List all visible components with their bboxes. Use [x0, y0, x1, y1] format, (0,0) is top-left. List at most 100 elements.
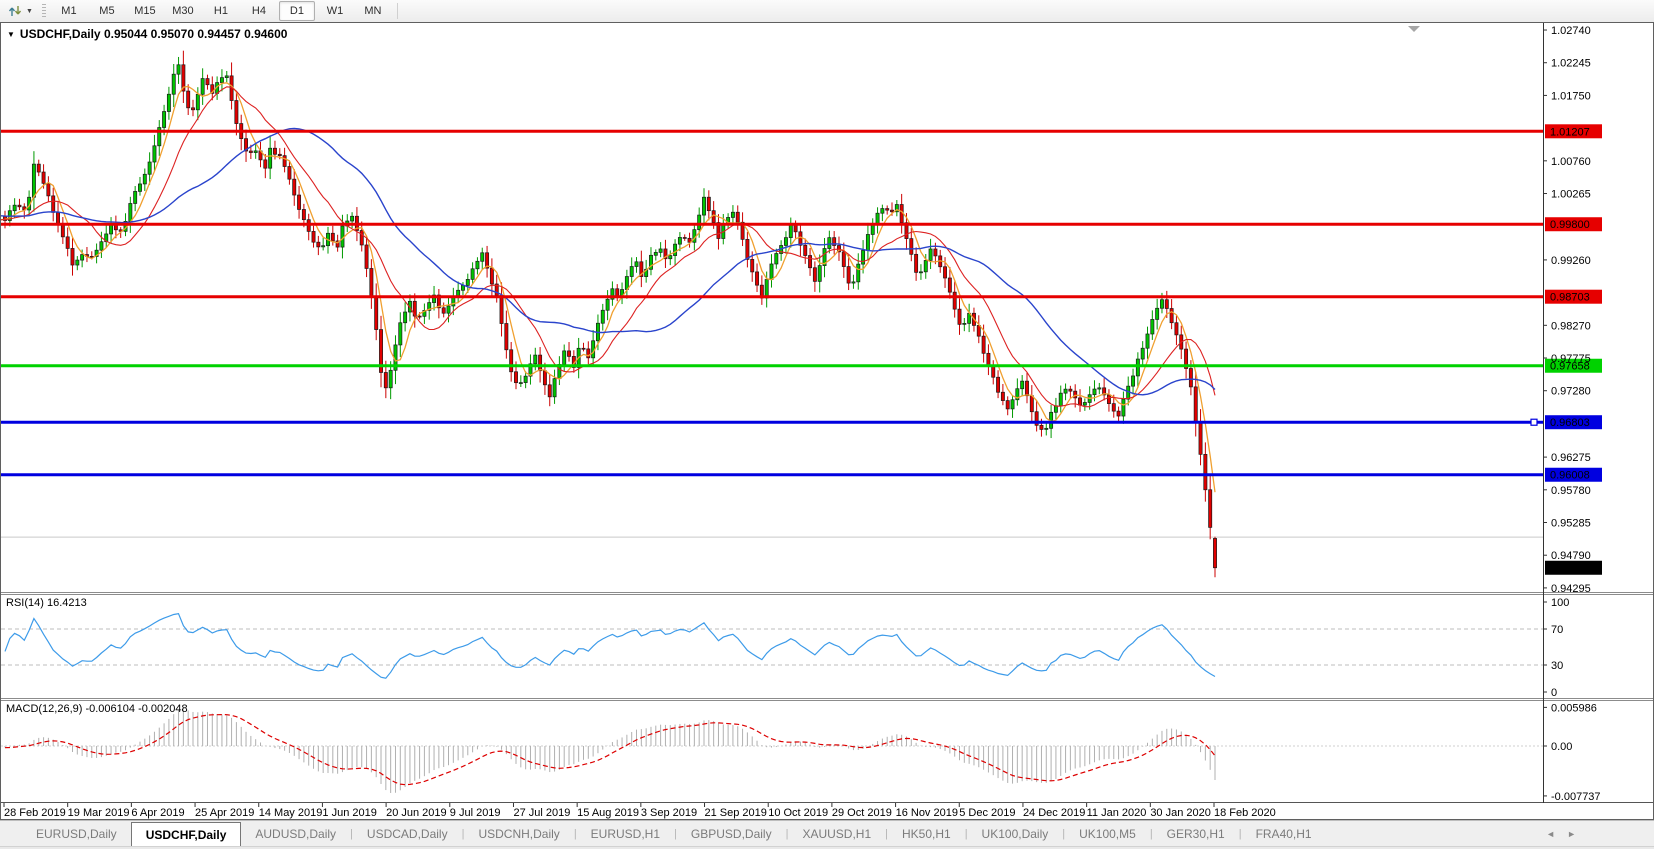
- rsi-axis-label: 70: [1551, 624, 1563, 636]
- current-price-badge-text: 0.94600: [1550, 563, 1590, 575]
- toolbar-grip[interactable]: [42, 4, 46, 19]
- macd-indicator-label: MACD(12,26,9) -0.006104 -0.002048: [6, 703, 188, 715]
- price-axis-label: 1.00265: [1551, 189, 1591, 201]
- timeframe-button-m1[interactable]: M1: [51, 1, 87, 21]
- chart-tab-eurusd-h1[interactable]: EURUSD,H1: [577, 821, 674, 847]
- chart-tab-hk50-h1[interactable]: HK50,H1: [888, 821, 965, 847]
- chart-tab-uk100-m5[interactable]: UK100,M5: [1065, 821, 1150, 847]
- date-axis-label: 6 Apr 2019: [131, 807, 184, 819]
- price-axis-label: 0.94295: [1551, 583, 1591, 595]
- date-axis-label: 30 Jan 2020: [1150, 807, 1211, 819]
- chart-shift-tool-icon: [7, 3, 23, 19]
- macd-histogram: [5, 709, 1215, 793]
- collapse-icon[interactable]: ▼: [7, 30, 15, 39]
- chart-tab-usdchf-daily[interactable]: USDCHF,Daily: [131, 822, 242, 847]
- chart-tab-bar: EURUSD,DailyUSDCHF,DailyAUDUSD,Daily|USD…: [0, 820, 1654, 847]
- macd-signal-line: [5, 715, 1215, 785]
- chart-tab-usdcnh-daily[interactable]: USDCNH,Daily: [464, 821, 573, 847]
- date-axis-label: 18 Feb 2020: [1214, 807, 1276, 819]
- price-axis-label: 0.96275: [1551, 452, 1591, 464]
- ma-slow-line: [1, 129, 1215, 395]
- date-axis-label: 14 May 2019: [259, 807, 323, 819]
- chart-tab-ger30-h1[interactable]: GER30,H1: [1153, 821, 1239, 847]
- macd-axis-label: -0.007737: [1551, 791, 1601, 803]
- timeframe-button-m15[interactable]: M15: [127, 1, 163, 21]
- date-axis-label: 20 Jun 2019: [386, 807, 447, 819]
- chart-title-text: USDCHF,Daily 0.95044 0.95070 0.94457 0.9…: [20, 27, 288, 41]
- price-axis-label: 1.02740: [1551, 25, 1591, 37]
- main-toolbar: ▼ M1M5M15M30H1H4D1W1MN: [0, 0, 1654, 23]
- timeframe-button-mn[interactable]: MN: [355, 1, 391, 21]
- date-axis-label: 29 Oct 2019: [832, 807, 892, 819]
- date-axis-label: 19 Mar 2019: [68, 807, 130, 819]
- date-axis-label: 21 Sep 2019: [705, 807, 767, 819]
- chart-canvas[interactable]: 1.012070.998000.987030.976580.968030.960…: [1, 23, 1653, 819]
- chart-title: ▼ USDCHF,Daily 0.95044 0.95070 0.94457 0…: [7, 27, 287, 41]
- candlesticks: [3, 51, 1216, 578]
- price-axis-label: 0.97775: [1551, 353, 1591, 365]
- tab-scroll-arrows: ◄ ►: [1546, 821, 1576, 847]
- timeframe-button-h4[interactable]: H4: [241, 1, 277, 21]
- rsi-axis[interactable]: 100 70 30 0: [1543, 597, 1569, 699]
- chart-window: 1.012070.998000.987030.976580.968030.960…: [0, 22, 1654, 820]
- chart-tab-fra40-h1[interactable]: FRA40,H1: [1242, 821, 1326, 847]
- tab-scroll-left-icon[interactable]: ◄: [1546, 829, 1555, 839]
- timeframe-button-m30[interactable]: M30: [165, 1, 201, 21]
- price-line-badge-text: 0.96008: [1550, 470, 1590, 482]
- tab-scroll-right-icon[interactable]: ►: [1567, 829, 1576, 839]
- date-axis-label: 27 Jul 2019: [513, 807, 570, 819]
- chart-tab-audusd-daily[interactable]: AUDUSD,Daily: [241, 821, 350, 847]
- trading-platform-window: { "icons": { "collapse": "▼", "dropdown"…: [0, 0, 1654, 849]
- price-axis-label: 0.95285: [1551, 518, 1591, 530]
- macd-axis[interactable]: 0.005986 0.00 -0.007737: [1543, 702, 1601, 803]
- date-axis-label: 28 Feb 2019: [4, 807, 66, 819]
- chart-tools-button[interactable]: ▼: [4, 1, 36, 21]
- price-axis-label: 1.00760: [1551, 156, 1591, 168]
- price-axis-label: 0.99260: [1551, 255, 1591, 267]
- rsi-axis-label: 0: [1551, 687, 1557, 699]
- line-selection-handle[interactable]: [1531, 419, 1537, 425]
- price-line-badge-text: 1.01207: [1550, 126, 1590, 138]
- price-axis-label: 0.98270: [1551, 320, 1591, 332]
- chart-tab-uk100-daily[interactable]: UK100,Daily: [968, 821, 1063, 847]
- rsi-indicator-label: RSI(14) 16.4213: [6, 597, 87, 609]
- price-axis-label: 0.97280: [1551, 386, 1591, 398]
- price-axis-label: 1.01750: [1551, 90, 1591, 102]
- ma-mid-line: [1, 87, 1215, 407]
- date-axis-label: 9 Jul 2019: [450, 807, 501, 819]
- date-axis-label: 15 Aug 2019: [577, 807, 639, 819]
- price-line-badge-text: 0.98703: [1550, 292, 1590, 304]
- timeframe-buttons: M1M5M15M30H1H4D1W1MN: [50, 1, 392, 21]
- chart-tab-xauusd-h1[interactable]: XAUUSD,H1: [788, 821, 885, 847]
- date-axis[interactable]: 28 Feb 201919 Mar 20196 Apr 2019 25 Apr 2…: [4, 803, 1276, 819]
- date-axis-label: 24 Dec 2019: [1023, 807, 1085, 819]
- chart-tab-usdcad-daily[interactable]: USDCAD,Daily: [353, 821, 462, 847]
- date-axis-label: 11 Jan 2020: [1087, 807, 1147, 819]
- timeframe-button-m5[interactable]: M5: [89, 1, 125, 21]
- date-axis-label: 1 Jun 2019: [322, 807, 376, 819]
- chevron-down-icon[interactable]: ▼: [26, 8, 33, 15]
- timeframe-button-h1[interactable]: H1: [203, 1, 239, 21]
- chart-tab-gbpusd-daily[interactable]: GBPUSD,Daily: [677, 821, 786, 847]
- timeframe-button-w1[interactable]: W1: [317, 1, 353, 21]
- price-axis-label: 0.95780: [1551, 485, 1591, 497]
- price-line-badge-text: 0.96803: [1550, 417, 1590, 429]
- ma-fast-line: [1, 83, 1215, 492]
- rsi-axis-label: 30: [1551, 660, 1563, 672]
- date-axis-label: 16 Nov 2019: [896, 807, 958, 819]
- date-axis-label: 10 Oct 2019: [768, 807, 828, 819]
- price-axis-label: 0.94790: [1551, 550, 1591, 562]
- toolbar-separator: [397, 3, 398, 19]
- date-axis-label: 5 Dec 2019: [959, 807, 1015, 819]
- macd-axis-label: 0.005986: [1551, 702, 1597, 714]
- price-axis[interactable]: 1.027401.022451.017501.007601.002650.992…: [1543, 25, 1591, 595]
- price-line-badge-text: 0.99800: [1550, 219, 1590, 231]
- date-axis-label: 25 Apr 2019: [195, 807, 254, 819]
- chart-tab-eurusd-daily[interactable]: EURUSD,Daily: [22, 821, 131, 847]
- rsi-line: [5, 614, 1215, 679]
- chart-tabs: EURUSD,DailyUSDCHF,DailyAUDUSD,Daily|USD…: [22, 821, 1326, 847]
- rsi-axis-label: 100: [1551, 597, 1569, 609]
- chart-shift-marker[interactable]: [1408, 26, 1420, 32]
- macd-axis-label: 0.00: [1551, 741, 1572, 753]
- timeframe-button-d1[interactable]: D1: [279, 1, 315, 21]
